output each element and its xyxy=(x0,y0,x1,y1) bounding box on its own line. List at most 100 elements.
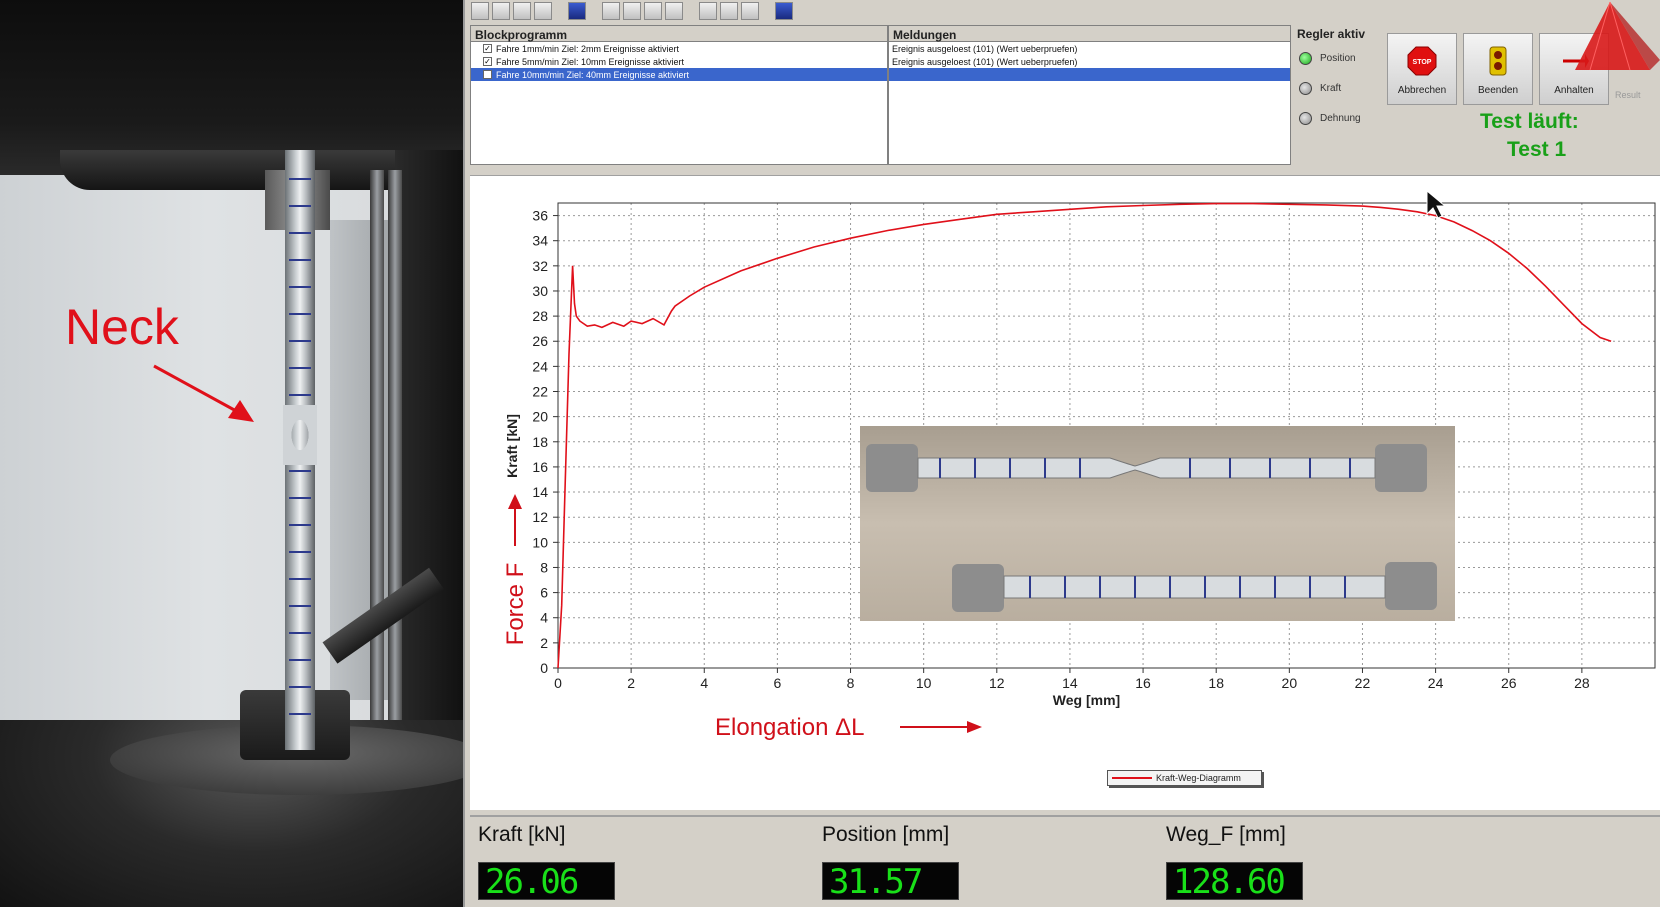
brand-pyramid-icon xyxy=(1575,1,1660,71)
chart-c-icon[interactable] xyxy=(644,2,662,20)
gauge-mark xyxy=(289,605,311,607)
message-text: Ereignis ausgeloest (101) (Wert ueberpru… xyxy=(892,56,1078,67)
abort-label: Abbrechen xyxy=(1397,85,1447,96)
y-tick-label: 20 xyxy=(532,409,548,425)
x-tick-label: 6 xyxy=(774,675,782,691)
message-row-selected[interactable] xyxy=(889,68,1290,81)
x-axis-title: Weg [mm] xyxy=(1053,692,1120,708)
save-icon[interactable] xyxy=(492,2,510,20)
neck-arrow-icon xyxy=(153,364,254,422)
test-name: Test 1 xyxy=(1507,138,1567,161)
test-status: Test läuft: xyxy=(1480,110,1579,133)
x-tick-label: 28 xyxy=(1574,675,1590,691)
shield-icon[interactable] xyxy=(534,2,552,20)
gauge-mark xyxy=(289,551,311,553)
disk-icon[interactable] xyxy=(699,2,717,20)
gauge-mark xyxy=(289,578,311,580)
controller-label: Dehnung xyxy=(1320,112,1361,124)
chart-a-icon[interactable] xyxy=(602,2,620,20)
layout-icon[interactable] xyxy=(568,2,586,20)
checkbox[interactable]: ✓ xyxy=(483,44,492,53)
y-tick-label: 16 xyxy=(532,459,548,475)
checkbox[interactable]: ✓ xyxy=(483,57,492,66)
elongation-annotation: Elongation ΔL xyxy=(715,714,864,741)
y-axis-title: Kraft [kN] xyxy=(504,414,520,478)
guide-column xyxy=(370,170,384,730)
gauge-mark xyxy=(289,497,311,499)
block-program-row[interactable]: ✓ Fahre 5mm/min Ziel: 10mm Ereignisse ak… xyxy=(471,55,887,68)
x-tick-label: 16 xyxy=(1135,675,1151,691)
open-folder-icon[interactable] xyxy=(471,2,489,20)
guide-column xyxy=(388,170,402,730)
x-tick-label: 8 xyxy=(847,675,855,691)
y-tick-label: 8 xyxy=(540,559,548,575)
gauge-mark xyxy=(289,659,311,661)
readouts-bar: Kraft [kN] 26.06 Position [mm] 31.57 Weg… xyxy=(470,815,1660,907)
controller-strain[interactable]: Dehnung xyxy=(1295,103,1445,133)
y-tick-label: 10 xyxy=(532,534,548,550)
force-readout-value: 26.06 xyxy=(478,862,615,901)
force-arrow-icon xyxy=(508,494,522,546)
y-tick-label: 22 xyxy=(532,384,548,400)
traffic-light-icon xyxy=(1489,46,1507,76)
gauge-mark xyxy=(289,232,311,234)
mouse-cursor-icon xyxy=(1426,190,1447,219)
specimen-comparison-photo xyxy=(860,426,1455,621)
displacement-readout-value: 128.60 xyxy=(1166,862,1303,901)
image-icon[interactable] xyxy=(741,2,759,20)
chart-d-icon[interactable] xyxy=(665,2,683,20)
y-tick-label: 24 xyxy=(532,358,548,374)
gauge-mark xyxy=(289,470,311,472)
gauge-mark xyxy=(289,686,311,688)
block-program-row[interactable]: ✓ Fahre 1mm/min Ziel: 2mm Ereignisse akt… xyxy=(471,42,887,55)
specimen-comparison-drawing xyxy=(866,444,1437,612)
position-readout-value: 31.57 xyxy=(822,862,959,901)
y-tick-label: 0 xyxy=(540,660,548,676)
block-program-row-text: Fahre 10mm/min Ziel: 40mm Ereignisse akt… xyxy=(496,69,690,80)
export-icon[interactable] xyxy=(720,2,738,20)
gauge-mark xyxy=(289,632,311,634)
specimen-thread xyxy=(1385,562,1437,610)
x-tick-label: 4 xyxy=(700,675,708,691)
gauge-mark xyxy=(289,367,311,369)
force-displacement-chart: 0 2 4 6 8 10 12 14 16 18 20 22 24 26 28 0 2 4 6 8 10 12 14 16 18… xyxy=(470,175,1660,810)
block-program-row-selected[interactable]: Fahre 10mm/min Ziel: 40mm Ereignisse akt… xyxy=(471,68,887,81)
specimen-thread xyxy=(866,444,918,492)
messages-title: Meldungen xyxy=(889,26,1290,42)
position-readout-label: Position [mm] xyxy=(822,823,950,846)
machine-photo: Neck xyxy=(0,0,463,907)
abort-button[interactable]: STOP Abbrechen xyxy=(1387,33,1457,105)
y-tick-label: 12 xyxy=(532,509,548,525)
specimen-thread xyxy=(1375,444,1427,492)
elongation-arrow-icon xyxy=(900,721,982,733)
x-tick-label: 2 xyxy=(627,675,635,691)
finish-label: Beenden xyxy=(1477,85,1519,96)
message-row[interactable]: Ereignis ausgeloest (101) (Wert ueberpru… xyxy=(889,55,1290,68)
specimen-lower-body xyxy=(1003,575,1386,599)
gauge-mark xyxy=(289,178,311,180)
gauge-mark xyxy=(289,313,311,315)
y-tick-label: 18 xyxy=(532,434,548,450)
message-row[interactable]: Ereignis ausgeloest (101) (Wert ueberpru… xyxy=(889,42,1290,55)
stop-sign-text: STOP xyxy=(1413,59,1432,66)
y-tick-label: 32 xyxy=(532,258,548,274)
x-tick-label: 10 xyxy=(916,675,932,691)
block-program-panel: Blockprogramm ✓ Fahre 1mm/min Ziel: 2mm … xyxy=(470,25,888,165)
legend-label: Kraft-Weg-Diagramm xyxy=(1156,773,1241,783)
testing-software-window: Blockprogramm ✓ Fahre 1mm/min Ziel: 2mm … xyxy=(463,0,1660,907)
y-tick-label: 30 xyxy=(532,283,548,299)
stop-sign-icon: STOP xyxy=(1407,46,1437,76)
print-icon[interactable] xyxy=(513,2,531,20)
chart-b-icon[interactable] xyxy=(623,2,641,20)
displacement-readout-label: Weg_F [mm] xyxy=(1166,823,1286,846)
specimen-upper-body xyxy=(917,457,1376,479)
y-tick-label: 26 xyxy=(532,333,548,349)
finish-button[interactable]: Beenden xyxy=(1463,33,1533,105)
status-led-icon xyxy=(1299,111,1312,125)
checkbox[interactable] xyxy=(483,70,492,79)
y-tick-label: 4 xyxy=(540,610,548,626)
y-tick-label: 14 xyxy=(532,484,548,500)
legend-swatch xyxy=(1112,777,1152,779)
monitor-icon[interactable] xyxy=(775,2,793,20)
x-tick-label: 24 xyxy=(1428,675,1444,691)
